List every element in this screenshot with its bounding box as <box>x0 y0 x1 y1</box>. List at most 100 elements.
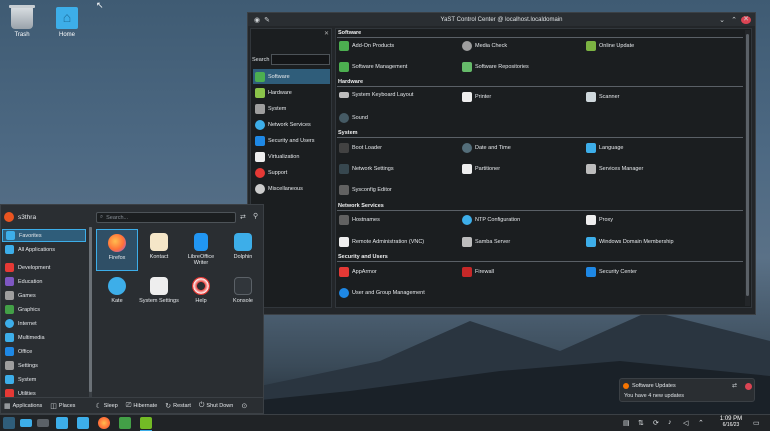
taskbar-clock[interactable]: 1:09 PM 6/16/23 <box>714 416 748 428</box>
module-network-settings[interactable]: Network Settings <box>339 164 394 174</box>
updates-tray-icon[interactable]: ⟳ <box>653 419 659 427</box>
category-support[interactable]: Support <box>253 165 330 180</box>
volume-icon[interactable]: ◁ <box>683 419 688 427</box>
launcher-cat-settings[interactable]: Settings <box>2 359 86 372</box>
modules-scrollbar[interactable] <box>745 30 750 306</box>
proxy-icon <box>586 215 596 225</box>
tab-applications[interactable]: ▦ Applications <box>4 402 42 410</box>
app-libreoffice-writer[interactable]: LibreOffice Writer <box>180 229 222 271</box>
discover-icon[interactable] <box>56 417 68 429</box>
launcher-cat-internet[interactable]: Internet <box>2 317 86 330</box>
shutdown-button[interactable]: ⏻ Shut Down <box>199 402 233 410</box>
launcher-icon[interactable] <box>3 417 15 429</box>
launcher-scrollbar[interactable] <box>89 227 92 397</box>
module-keyboard-layout[interactable]: System Keyboard Layout <box>339 92 413 98</box>
yast-taskbar-icon[interactable] <box>119 417 131 429</box>
software-updates-notification[interactable]: Software Updates ⇄ You have 4 new update… <box>619 378 755 402</box>
app-firefox[interactable]: Firefox <box>96 229 138 271</box>
category-hardware[interactable]: Hardware <box>253 85 330 100</box>
launcher-cat-favorites[interactable]: Favorites <box>2 229 86 242</box>
module-partitioner[interactable]: Partitioner <box>462 164 500 174</box>
bluetooth-icon[interactable]: ♪ <box>668 419 672 426</box>
yast-control-center-taskbar-icon[interactable] <box>140 417 152 431</box>
module-user-group-management[interactable]: User and Group Management <box>339 288 425 298</box>
launcher-cat-multimedia[interactable]: Multimedia <box>2 331 86 344</box>
module-samba-server[interactable]: Samba Server <box>462 237 510 247</box>
yast-titlebar[interactable]: ◉ ✎ YaST Control Center @ localhost.loca… <box>248 13 755 26</box>
module-sound[interactable]: Sound <box>339 113 368 123</box>
desktop-home[interactable]: Home <box>45 7 89 38</box>
app-system-settings[interactable]: System Settings <box>138 273 180 315</box>
pin-icon[interactable]: ✎ <box>262 16 272 24</box>
module-software-repositories[interactable]: Software Repositories <box>462 62 529 72</box>
lifebuoy-icon <box>255 167 265 178</box>
module-security-center[interactable]: Security Center <box>586 267 637 277</box>
module-ntp-configuration[interactable]: NTP Configuration <box>462 215 520 225</box>
yast-search-input[interactable] <box>271 54 330 65</box>
tray-expand-icon[interactable]: ⌃ <box>698 419 704 427</box>
category-security-users[interactable]: Security and Users <box>253 133 330 148</box>
category-system[interactable]: System <box>253 101 330 116</box>
category-miscellaneous[interactable]: Miscellaneous <box>253 181 330 196</box>
module-label: Hostnames <box>352 217 380 223</box>
desktop-pager-icon[interactable] <box>20 419 32 427</box>
module-add-on-products[interactable]: Add-On Products <box>339 41 394 51</box>
app-kate[interactable]: Kate <box>96 273 138 315</box>
module-proxy[interactable]: Proxy <box>586 215 613 225</box>
taskbar: ▤ ⇅ ⟳ ♪ ◁ ⌃ 1:09 PM 6/16/23 ▭ <box>0 414 770 431</box>
user-info[interactable]: s3thra <box>4 212 36 222</box>
category-virtualization[interactable]: Virtualization <box>253 149 330 164</box>
app-help[interactable]: Help <box>180 273 222 315</box>
app-konsole[interactable]: Konsole <box>222 273 264 315</box>
launcher-cat-graphics[interactable]: Graphics <box>2 303 86 316</box>
close-icon[interactable]: ✕ <box>741 15 751 24</box>
module-scanner[interactable]: Scanner <box>586 92 620 102</box>
more-options-icon[interactable]: ⊙ <box>241 402 247 410</box>
module-printer[interactable]: Printer <box>462 92 491 102</box>
launcher-cat-education[interactable]: Education <box>2 275 86 288</box>
category-software[interactable]: Software <box>253 69 330 84</box>
module-boot-loader[interactable]: Boot Loader <box>339 143 382 153</box>
category-network-services[interactable]: Network Services <box>253 117 330 132</box>
dolphin-taskbar-icon[interactable] <box>77 417 89 429</box>
module-services-manager[interactable]: Services Manager <box>586 164 643 174</box>
module-firewall[interactable]: Firewall <box>462 267 494 277</box>
tab-places[interactable]: ◫ Places <box>50 402 75 410</box>
launcher-cat-system[interactable]: System <box>2 373 86 386</box>
module-software-management[interactable]: Software Management <box>339 62 407 72</box>
sidebar-close-icon[interactable]: ✕ <box>324 30 329 37</box>
module-language[interactable]: Language <box>586 143 623 153</box>
module-date-time[interactable]: Date and Time <box>462 143 511 153</box>
clipboard-icon[interactable]: ▤ <box>623 419 630 427</box>
launcher-search-input[interactable]: ⌕ Search... <box>96 212 236 223</box>
module-remote-administration[interactable]: Remote Administration (VNC) <box>339 237 424 247</box>
module-apparmor[interactable]: AppArmor <box>339 267 377 277</box>
development-icon <box>5 263 14 272</box>
network-icon[interactable]: ⇅ <box>638 419 644 427</box>
show-desktop-icon[interactable]: ▭ <box>753 419 760 427</box>
module-windows-domain[interactable]: Windows Domain Membership <box>586 237 674 247</box>
window-menu-icon[interactable]: ◉ <box>252 16 262 24</box>
module-sysconfig-editor[interactable]: Sysconfig Editor <box>339 185 392 195</box>
launcher-cat-games[interactable]: Games <box>2 289 86 302</box>
notification-close-icon[interactable] <box>745 383 752 390</box>
notification-settings-icon[interactable]: ⇄ <box>732 382 737 389</box>
maximize-icon[interactable]: ⌃ <box>729 16 739 24</box>
module-hostnames[interactable]: Hostnames <box>339 215 380 225</box>
launcher-cat-office[interactable]: Office <box>2 345 86 358</box>
minimize-icon[interactable]: ⌄ <box>717 16 727 24</box>
module-online-update[interactable]: Online Update <box>586 41 634 51</box>
desktop-trash[interactable]: Trash <box>0 5 44 38</box>
firefox-taskbar-icon[interactable] <box>98 417 110 429</box>
pin-icon[interactable]: ⚲ <box>253 212 258 220</box>
configure-icon[interactable]: ⇄ <box>240 213 246 221</box>
app-dolphin[interactable]: Dolphin <box>222 229 264 271</box>
launcher-cat-all[interactable]: All Applications <box>2 243 86 256</box>
pager-icon[interactable] <box>37 419 49 427</box>
sleep-button[interactable]: ☾ Sleep <box>95 402 117 410</box>
launcher-cat-development[interactable]: Development <box>2 261 86 274</box>
app-kontact[interactable]: Kontact <box>138 229 180 271</box>
hibernate-button[interactable]: ⎚ Hibernate <box>126 402 157 410</box>
module-media-check[interactable]: Media Check <box>462 41 507 51</box>
restart-button[interactable]: ↻ Restart <box>165 402 191 410</box>
